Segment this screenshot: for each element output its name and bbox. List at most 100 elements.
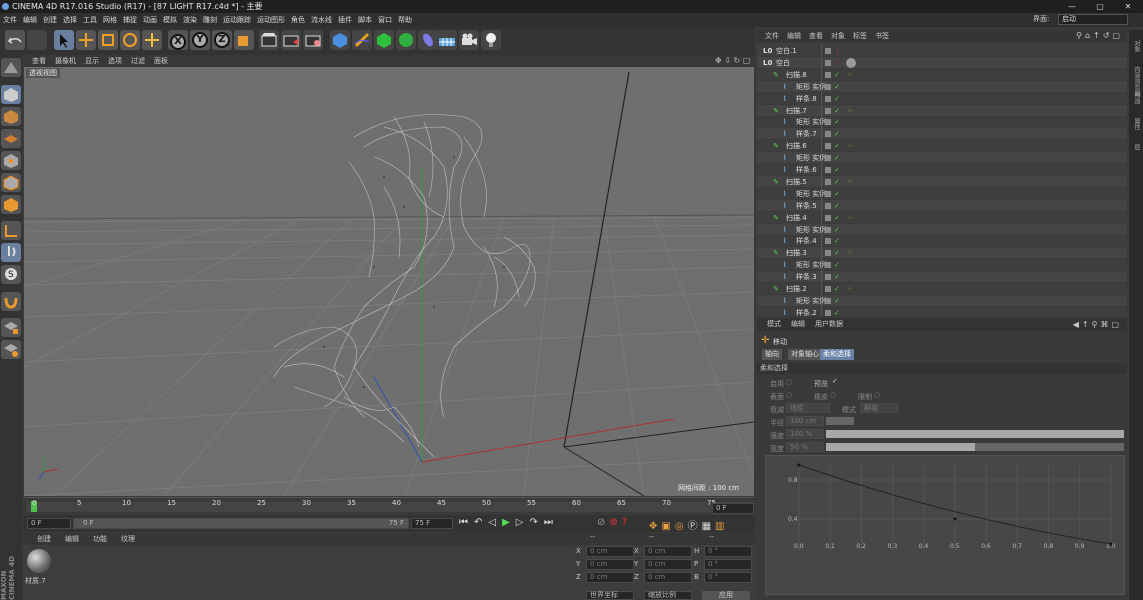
preview-checkbox[interactable]: ✓ — [832, 377, 838, 385]
menu-item[interactable]: 窗口 — [378, 13, 392, 27]
scale-button[interactable] — [98, 30, 118, 50]
menu-item[interactable]: 脚本 — [358, 13, 372, 27]
record-controls[interactable]: ⊘⊚? — [597, 517, 631, 528]
make-editable-button[interactable] — [1, 58, 21, 77]
next-key-icon[interactable]: ↷ — [530, 517, 544, 528]
workplane-mode-button[interactable] — [1, 129, 21, 148]
enable-check-icon[interactable]: ✓ — [834, 295, 840, 307]
previous-key-icon[interactable]: ↶ — [474, 517, 488, 528]
enable-check-icon[interactable]: ⋮ — [834, 45, 841, 57]
visibility-toggle[interactable] — [825, 178, 831, 185]
timeline-window-icon[interactable]: ▥ — [715, 521, 728, 532]
coord-scale-select[interactable]: 缩放比例 — [644, 591, 692, 600]
width-field[interactable]: 50 % — [786, 442, 824, 452]
menu-item[interactable]: 渲染 — [183, 13, 197, 27]
z-axis-lock-button[interactable]: Z — [212, 30, 232, 50]
coord-value-field[interactable]: 0 cm — [586, 572, 634, 583]
object-name[interactable]: 扫描.2 — [786, 283, 807, 295]
attribute-menu-item[interactable]: 编辑 — [791, 320, 805, 328]
enable-check-icon[interactable]: ✓ — [834, 176, 840, 188]
visibility-toggle[interactable] — [825, 262, 831, 269]
menu-item[interactable]: 插件 — [338, 13, 352, 27]
light-button[interactable] — [481, 30, 501, 50]
enable-check-icon[interactable]: ✓ — [834, 188, 840, 200]
planar-workplane-button[interactable] — [1, 340, 21, 359]
key-pla-icon[interactable]: ▦ — [702, 521, 715, 532]
coordinate-system-button[interactable] — [234, 30, 254, 50]
menu-item[interactable]: 流水线 — [311, 13, 332, 27]
object-menu-item[interactable]: 标签 — [853, 32, 867, 40]
restrict-checkbox[interactable]: ○ — [874, 391, 880, 399]
enable-check-icon[interactable]: ✓ — [834, 81, 840, 93]
new-window-icon[interactable]: ▢ — [1112, 31, 1123, 40]
cloner-button[interactable] — [396, 30, 416, 50]
object-row[interactable]: ⌇ 样条.8 ✓ — [757, 92, 1127, 105]
falloff-graph[interactable]: 0.0 0.1 0.2 0.3 0.4 0.5 0.6 0.7 0.8 0.9 1.0 0.8 0.4 — [765, 455, 1125, 595]
tag-icon[interactable]: ⁘ — [847, 247, 853, 259]
visibility-toggle[interactable] — [825, 155, 831, 162]
enable-check-icon[interactable]: ✓ — [834, 271, 840, 283]
object-row[interactable]: ✎ 扫描.8 ✓ ⁘ — [757, 68, 1127, 81]
object-row[interactable]: ⌇ 样条.3 ✓ — [757, 271, 1127, 284]
object-name[interactable]: 样条.8 — [796, 93, 817, 105]
viewport-menu-item[interactable]: 过滤 — [131, 57, 145, 65]
visibility-toggle[interactable] — [825, 202, 831, 209]
object-name[interactable]: 扫描.7 — [786, 105, 807, 117]
subdivision-button[interactable] — [374, 30, 394, 50]
tag-icon[interactable]: ⁘ — [847, 140, 853, 152]
rubber-checkbox[interactable]: ○ — [830, 391, 836, 399]
floor-button[interactable] — [437, 30, 457, 50]
close-button[interactable]: ✕ — [1114, 0, 1142, 13]
up-icon[interactable]: ↑ — [1093, 31, 1103, 40]
deformer-button[interactable] — [418, 30, 438, 50]
edges-mode-button[interactable] — [1, 173, 21, 192]
object-row[interactable]: L0 空白.1 ⋮ — [757, 45, 1127, 57]
object-row[interactable]: ✎ 扫描.2 ✓ ⁘ — [757, 283, 1127, 295]
object-name[interactable]: 扫描.4 — [786, 212, 807, 224]
object-row[interactable]: ⌇ 矩形 实例 ✓ — [757, 116, 1127, 129]
object-row[interactable]: ⌇ 样条.5 ✓ — [757, 199, 1127, 212]
visibility-toggle[interactable] — [825, 309, 831, 316]
object-name[interactable]: 空白.1 — [776, 45, 797, 57]
falloff-select[interactable]: 线性 — [786, 403, 830, 413]
enable-check-icon[interactable]: ✓ — [834, 152, 840, 164]
menu-item[interactable]: 捕捉 — [123, 13, 137, 27]
coord-value-field[interactable]: 0 ° — [704, 559, 752, 570]
visibility-toggle[interactable] — [825, 297, 831, 304]
tweak-mode-button[interactable] — [1, 243, 21, 262]
enable-check-icon[interactable]: ⋮ — [834, 57, 841, 69]
object-row[interactable]: ⌇ 矩形 实例 ✓ — [757, 187, 1127, 200]
back-icon[interactable]: ↺ — [1103, 31, 1113, 40]
material-tag-icon[interactable] — [846, 57, 856, 68]
visibility-toggle[interactable] — [825, 274, 831, 281]
menu-item[interactable]: 工具 — [83, 13, 97, 27]
key-mode-controls[interactable]: ✥▣◎Ⓟ▦▥ — [649, 517, 728, 532]
side-tab[interactable]: 对象 — [1131, 40, 1141, 52]
menu-item[interactable]: 创建 — [43, 13, 57, 27]
object-row[interactable]: ⌇ 矩形 实例 ✓ — [757, 80, 1127, 93]
side-tab[interactable]: 构造 — [1131, 92, 1141, 104]
object-row[interactable]: ⌇ 矩形 实例 ✓ — [757, 294, 1127, 307]
tab-object-axis[interactable]: 对象轴心 — [788, 349, 822, 360]
move-button[interactable] — [76, 30, 96, 50]
menu-item[interactable]: 网格 — [103, 13, 117, 27]
home-icon[interactable]: ⌂ — [1085, 31, 1093, 40]
key-rotation-icon[interactable]: ◎ — [675, 521, 688, 532]
visibility-toggle[interactable] — [825, 59, 831, 66]
attribute-nav-icons[interactable]: ◀↑⚲⌘▢ — [1073, 320, 1122, 329]
visibility-toggle[interactable] — [825, 226, 831, 233]
apply-button[interactable]: 应用 — [702, 591, 750, 600]
object-row[interactable]: ⌇ 样条.4 ✓ — [757, 235, 1127, 248]
surface-checkbox[interactable]: ○ — [786, 391, 792, 399]
object-name[interactable]: 扫描.6 — [786, 140, 807, 152]
viewport-menu-item[interactable]: 面板 — [154, 57, 168, 65]
render-view-button[interactable] — [259, 30, 279, 50]
object-name[interactable]: 样条.6 — [796, 164, 817, 176]
enable-check-icon[interactable]: ✓ — [834, 235, 840, 247]
pen-spline-button[interactable] — [352, 30, 372, 50]
coord-value-field[interactable]: 0 cm — [586, 559, 634, 570]
object-menu-item[interactable]: 查看 — [809, 32, 823, 40]
radius-slider[interactable] — [826, 417, 854, 425]
undo-button[interactable] — [5, 30, 25, 50]
menu-item[interactable]: 模拟 — [163, 13, 177, 27]
